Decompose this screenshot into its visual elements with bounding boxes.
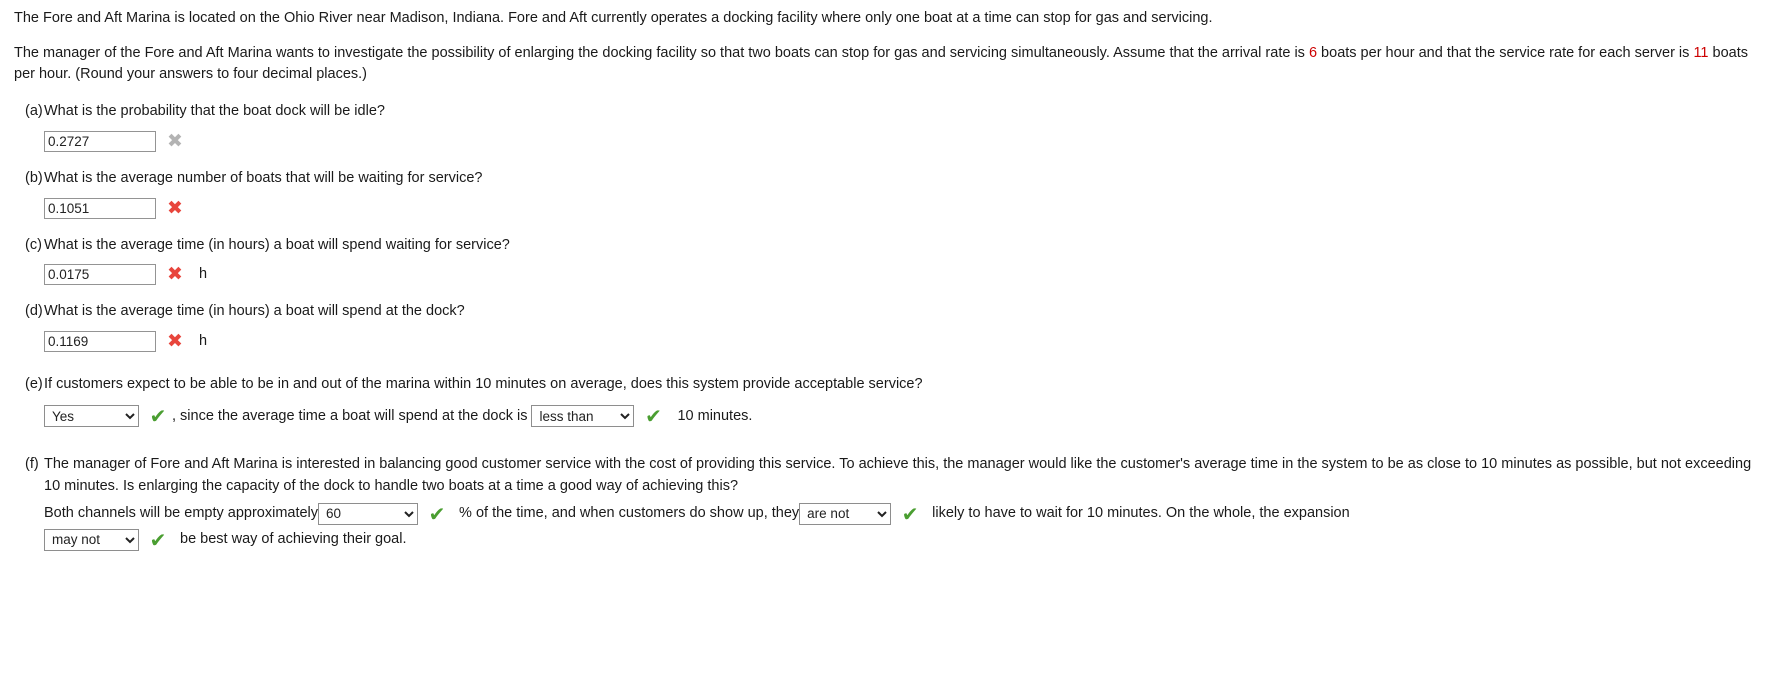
question-a-label: (a) — [25, 103, 43, 120]
question-e-mid-text: , since the average time a boat will spe… — [172, 407, 528, 424]
question-a: (a) What is the probability that the boa… — [0, 101, 1777, 152]
check-icon-f2: ✔ — [901, 501, 919, 526]
question-d-text: What is the average time (in hours) a bo… — [44, 303, 465, 320]
question-f-answer-row-1: Both channels will be empty approximatel… — [44, 501, 1763, 526]
question-f: (f) The manager of Fore and Aft Marina i… — [0, 454, 1777, 551]
dropdown-e-comparison[interactable]: less than — [531, 405, 635, 428]
question-f-text-3: likely to have to wait for 10 minutes. O… — [932, 505, 1350, 521]
dropdown-f-are-not[interactable]: are not — [799, 502, 892, 525]
question-page: The Fore and Aft Marina is located on th… — [0, 0, 1777, 690]
cross-icon-a: ✖ — [167, 129, 183, 152]
intro-section: The Fore and Aft Marina is located on th… — [0, 0, 1777, 85]
question-f-text-4: be best way of achieving their goal. — [180, 531, 407, 547]
question-b-text: What is the average number of boats that… — [44, 169, 483, 186]
intro-p2-part2: boats per hour and that the service rate… — [1317, 45, 1694, 62]
unit-label-c: h — [199, 266, 208, 283]
question-f-text-1: Both channels will be empty approximatel… — [44, 505, 319, 521]
arrival-rate-value: 6 — [1308, 45, 1318, 62]
question-f-text-2: % of the time, and when customers do sho… — [459, 505, 800, 521]
service-rate-value: 11 — [1693, 45, 1709, 62]
answer-input-a[interactable] — [44, 130, 156, 152]
cross-icon-b: ✖ — [167, 196, 183, 219]
question-e-text: If customers expect to be able to be in … — [44, 376, 923, 393]
answer-input-d[interactable] — [44, 331, 156, 353]
question-b-label: (b) — [25, 169, 43, 186]
question-c-text: What is the average time (in hours) a bo… — [44, 236, 510, 253]
question-e-label: (e) — [25, 376, 43, 393]
check-icon-e1: ✔ — [149, 404, 167, 429]
answer-input-c[interactable] — [44, 264, 156, 286]
question-e-end-text: 10 minutes. — [677, 407, 753, 424]
unit-label-d: h — [199, 333, 208, 350]
cross-icon-c: ✖ — [167, 263, 183, 286]
question-d-label: (d) — [25, 303, 43, 320]
question-d: (d) What is the average time (in hours) … — [0, 301, 1777, 353]
question-a-text: What is the probability that the boat do… — [44, 103, 385, 120]
check-icon-f3: ✔ — [149, 527, 167, 552]
intro-paragraph-2: The manager of the Fore and Aft Marina w… — [14, 43, 1763, 85]
dropdown-e-acceptable-service[interactable]: Yes — [44, 405, 139, 428]
dropdown-f-percent-empty[interactable]: 60 — [318, 502, 419, 525]
question-f-text: The manager of Fore and Aft Marina is in… — [44, 456, 1752, 494]
question-e: (e) If customers expect to be able to be… — [0, 374, 1777, 428]
answer-input-b[interactable] — [44, 197, 156, 219]
question-f-answer-row-2: may not ✔ be best way of achieving their… — [44, 527, 1763, 552]
question-f-label: (f) — [25, 456, 39, 473]
check-icon-f1: ✔ — [428, 501, 446, 526]
intro-paragraph-1: The Fore and Aft Marina is located on th… — [14, 10, 1213, 26]
check-icon-e2: ✔ — [645, 404, 662, 429]
question-c-label: (c) — [25, 236, 42, 253]
dropdown-f-may-not[interactable]: may not — [44, 528, 139, 551]
question-b: (b) What is the average number of boats … — [0, 168, 1777, 219]
question-e-answer-row: Yes ✔ , since the average time a boat wi… — [44, 405, 1763, 428]
cross-icon-d: ✖ — [167, 330, 183, 353]
intro-p2-part1: The manager of the Fore and Aft Marina w… — [14, 45, 1309, 62]
question-c: (c) What is the average time (in hours) … — [0, 235, 1777, 286]
